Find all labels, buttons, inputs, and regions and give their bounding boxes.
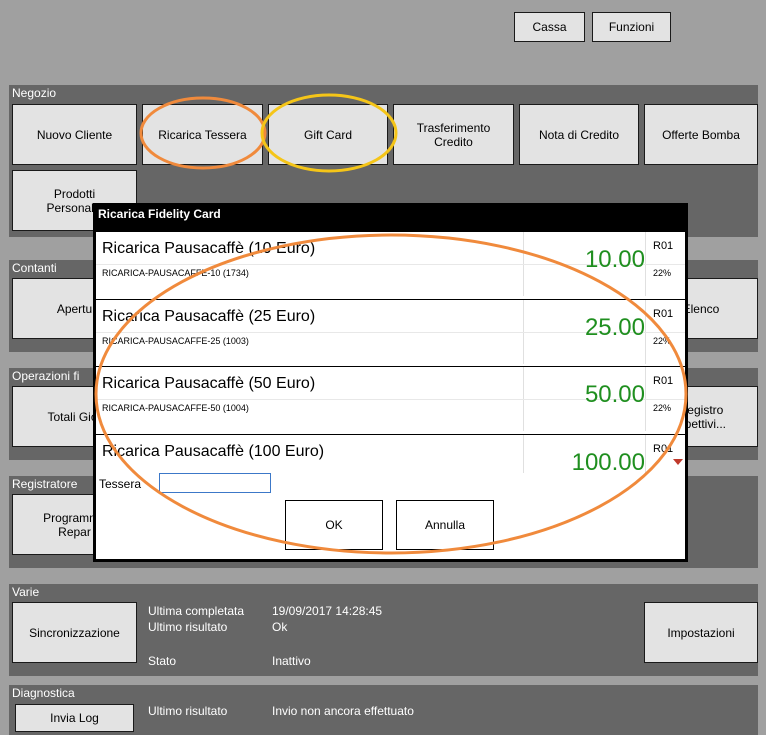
ok-button[interactable]: OK bbox=[285, 500, 383, 550]
tessera-input[interactable] bbox=[159, 473, 271, 493]
contanti-title: Contanti bbox=[12, 261, 57, 275]
invia-log-button[interactable]: Invia Log bbox=[15, 704, 134, 732]
funzioni-button[interactable]: Funzioni bbox=[592, 12, 671, 42]
trasferimento-credito-button[interactable]: Trasferimento Credito bbox=[393, 104, 514, 165]
item-reparto: R01 bbox=[653, 308, 674, 320]
item-price: 50.00 bbox=[584, 381, 645, 408]
list-item[interactable]: Ricarica Pausacaffè (100 Euro) 100.00 R0… bbox=[96, 435, 685, 473]
product-list[interactable]: Ricarica Pausacaffè (10 Euro) RICARICA-P… bbox=[96, 232, 685, 473]
item-name: Ricarica Pausacaffè (50 Euro) bbox=[102, 375, 316, 392]
list-item[interactable]: Ricarica Pausacaffè (10 Euro) RICARICA-P… bbox=[96, 232, 685, 296]
offerte-bomba-button[interactable]: Offerte Bomba bbox=[644, 104, 758, 165]
dialog-footer: Tessera OK Annulla bbox=[96, 473, 685, 559]
item-name: Ricarica Pausacaffè (25 Euro) bbox=[102, 308, 316, 325]
gift-card-button[interactable]: Gift Card bbox=[268, 104, 388, 165]
list-item[interactable]: Ricarica Pausacaffè (25 Euro) RICARICA-P… bbox=[96, 300, 685, 364]
annulla-button[interactable]: Annulla bbox=[396, 500, 494, 550]
operazioni-title: Operazioni fi bbox=[12, 369, 80, 383]
item-name: Ricarica Pausacaffè (10 Euro) bbox=[102, 240, 316, 257]
nuovo-cliente-button[interactable]: Nuovo Cliente bbox=[12, 104, 137, 165]
ultima-completata-label: Ultima completata bbox=[148, 604, 245, 618]
item-price: 25.00 bbox=[584, 314, 645, 341]
varie-title: Varie bbox=[12, 585, 40, 599]
stato-label: Stato bbox=[148, 654, 177, 668]
impostazioni-button[interactable]: Impostazioni bbox=[644, 602, 758, 663]
scroll-down-arrow-icon[interactable] bbox=[673, 459, 683, 465]
item-price: 10.00 bbox=[584, 246, 645, 273]
ultimo-risultato-value: Ok bbox=[272, 620, 288, 634]
item-price: 100.00 bbox=[571, 449, 645, 473]
ricarica-fidelity-dialog: Ricarica Fidelity Card Ricarica Pausacaf… bbox=[93, 203, 688, 562]
ricarica-tessera-button[interactable]: Ricarica Tessera bbox=[142, 104, 263, 165]
negozio-title: Negozio bbox=[12, 86, 57, 100]
item-reparto: R01 bbox=[653, 443, 674, 455]
sincronizzazione-button[interactable]: Sincronizzazione bbox=[12, 602, 137, 663]
item-name: Ricarica Pausacaffè (100 Euro) bbox=[102, 443, 325, 460]
item-reparto: R01 bbox=[653, 240, 674, 252]
tessera-label: Tessera bbox=[99, 477, 142, 491]
item-vat: 22% bbox=[653, 268, 672, 278]
diagnostica-risultato-label: Ultimo risultato bbox=[148, 704, 228, 718]
ultima-completata-value: 19/09/2017 14:28:45 bbox=[272, 604, 383, 618]
dialog-title: Ricarica Fidelity Card bbox=[98, 207, 221, 221]
stato-value: Inattivo bbox=[272, 654, 311, 668]
diagnostica-title: Diagnostica bbox=[12, 686, 75, 700]
nota-di-credito-button[interactable]: Nota di Credito bbox=[519, 104, 639, 165]
item-code: RICARICA-PAUSACAFFE-10 (1734) bbox=[102, 268, 249, 278]
item-vat: 22% bbox=[653, 403, 672, 413]
list-item[interactable]: Ricarica Pausacaffè (50 Euro) RICARICA-P… bbox=[96, 367, 685, 431]
item-reparto: R01 bbox=[653, 375, 674, 387]
item-code: RICARICA-PAUSACAFFE-50 (1004) bbox=[102, 403, 249, 413]
cassa-button[interactable]: Cassa bbox=[514, 12, 585, 42]
item-code: RICARICA-PAUSACAFFE-25 (1003) bbox=[102, 336, 249, 346]
column-divider bbox=[645, 435, 646, 473]
ultimo-risultato-label: Ultimo risultato bbox=[148, 620, 228, 634]
item-vat: 22% bbox=[653, 336, 672, 346]
diagnostica-risultato-value: Invio non ancora effettuato bbox=[272, 704, 414, 718]
column-divider bbox=[523, 435, 524, 473]
registratore-title: Registratore bbox=[12, 477, 78, 491]
